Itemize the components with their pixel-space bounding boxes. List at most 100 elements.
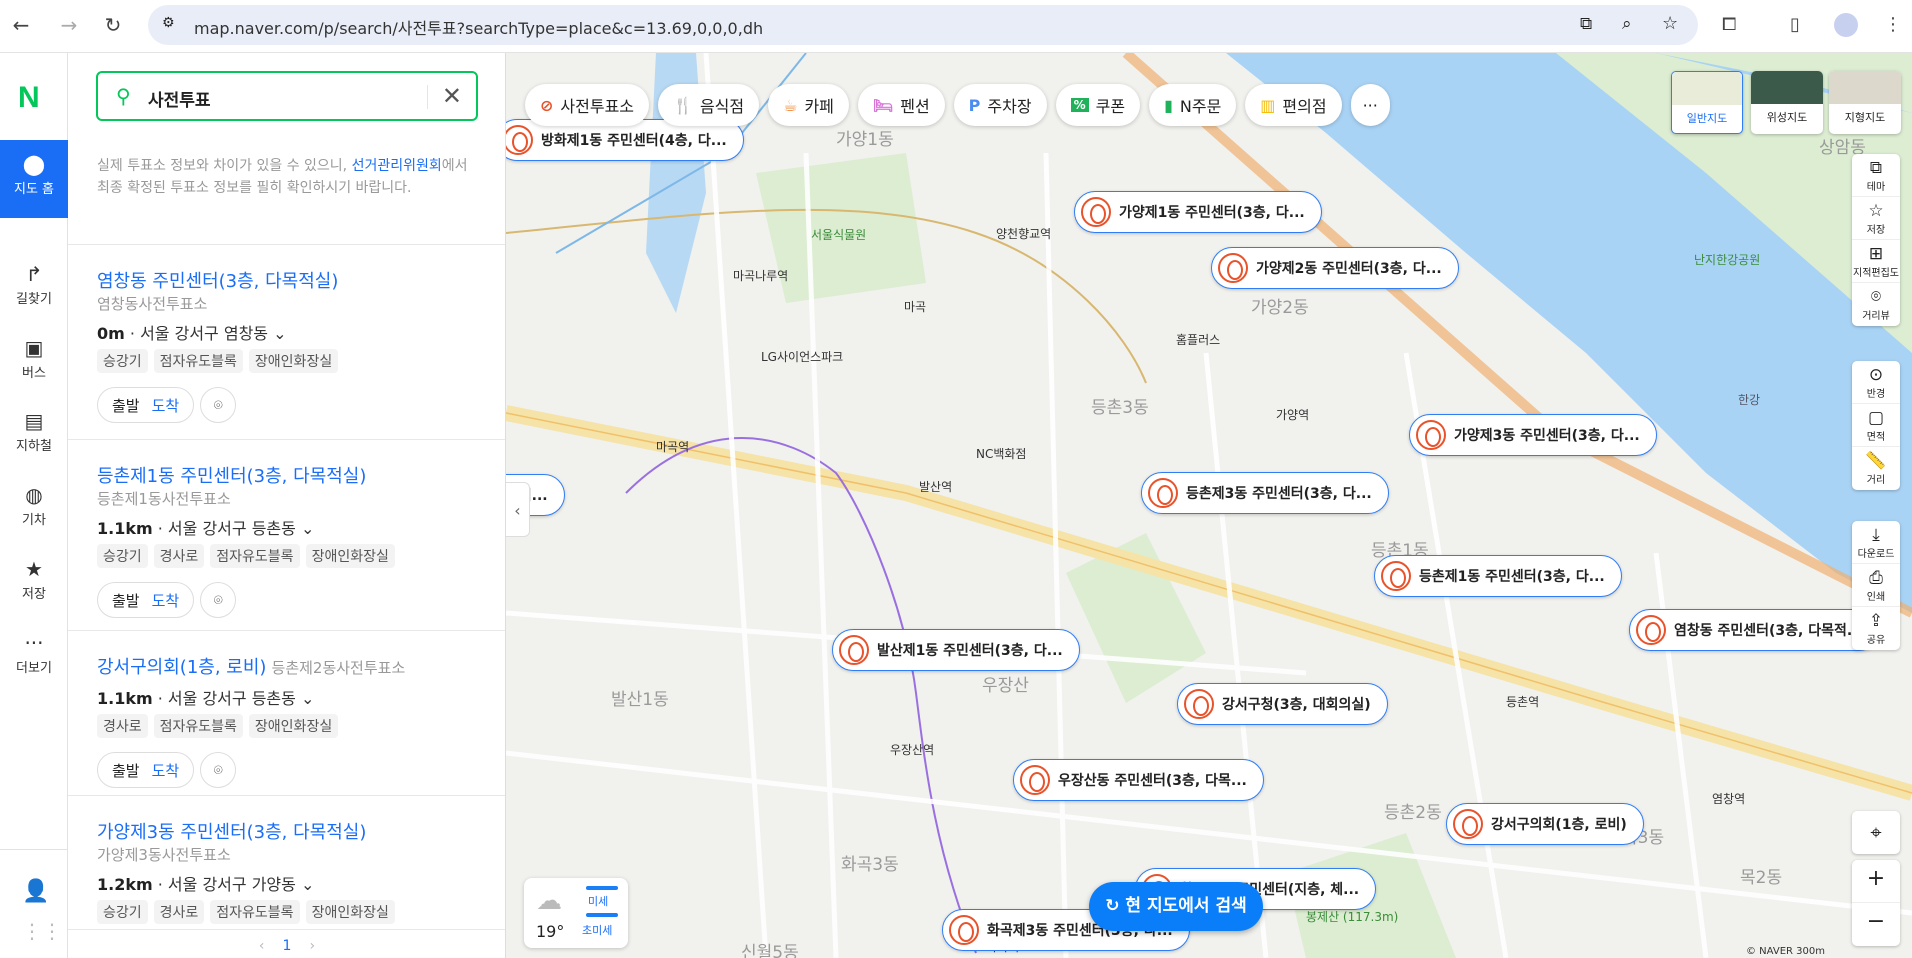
map-canvas[interactable]: 가양1동 가양2동 등촌3동 등촌1동 발산1동 화곡3동 목3동 목2동 등촌… (506, 53, 1912, 958)
address-bar[interactable]: ⚙ map.naver.com/p/search/사전투표?searchType… (148, 5, 1698, 45)
profile-avatar[interactable] (1834, 13, 1858, 37)
search-value[interactable]: 사전투표 (148, 86, 211, 111)
park-label[interactable]: 난지한강공원 (1694, 251, 1760, 268)
mountain-label[interactable]: 봉제산 (117.3m) (1306, 908, 1398, 925)
rail-item-map-home[interactable]: ⬤ 지도 홈 (0, 140, 68, 218)
save-button[interactable]: ☆ 저장 (1852, 197, 1900, 240)
result-item[interactable]: 가양제3동 주민센터(3층, 다목적실) 가양제3동사전투표소 1.2km · … (68, 795, 505, 924)
arrive-button[interactable]: 도착 (152, 395, 180, 416)
zoom-icon[interactable]: ⌕ (1622, 14, 1632, 34)
distance-button[interactable]: 📏 거리 (1852, 447, 1900, 490)
zoom-in-button[interactable]: + (1852, 860, 1900, 903)
site-settings-icon[interactable]: ⚙ (162, 15, 175, 31)
station-label[interactable]: 양천향교역 (996, 225, 1051, 242)
collapse-panel-button[interactable]: ‹ (506, 482, 530, 537)
chip-convenience[interactable]: ▥ 편의점 (1245, 84, 1342, 126)
rail-item-train[interactable]: ◍ 기차 (0, 471, 68, 545)
station-label[interactable]: 가양역 (1276, 406, 1309, 423)
poi-label[interactable]: 홈플러스 (1176, 331, 1220, 348)
bookmark-star-icon[interactable]: ☆ (1662, 13, 1678, 34)
poll-marker[interactable]: 염창동 주민센터(3층, 다목적... (1629, 609, 1880, 651)
streetview-pin-icon[interactable]: ⌾ (200, 582, 237, 618)
poi-label[interactable]: NC백화점 (976, 445, 1026, 462)
rail-item-saved[interactable]: ★ 저장 (0, 545, 68, 619)
menu-icon[interactable]: ⋮ (1884, 14, 1902, 35)
back-icon[interactable]: ← (8, 12, 34, 38)
result-item[interactable]: 염창동 주민센터(3층, 다목적실) 염창동사전투표소 0m · 서울 강서구 … (68, 244, 505, 423)
arrive-button[interactable]: 도착 (152, 760, 180, 781)
rail-item-directions[interactable]: ↱ 길찾기 (0, 250, 68, 324)
poi-label[interactable]: LG사이언스파크 (761, 348, 843, 365)
chip-more[interactable]: ··· (1350, 84, 1390, 126)
maptype-terrain[interactable]: 지형지도 (1829, 71, 1901, 134)
poll-marker[interactable]: 가양제1동 주민센터(3층, 다... (1074, 191, 1322, 233)
result-title[interactable]: 등촌제1동 주민센터(3층, 다목적실) (97, 462, 505, 488)
streetview-pin-icon[interactable]: ⌾ (200, 752, 237, 788)
park-label[interactable]: 서울식물원 (811, 226, 866, 243)
poll-marker[interactable]: 우장산동 주민센터(3층, 다목... (1013, 759, 1264, 801)
theme-button[interactable]: ⧉ 테마 (1852, 154, 1900, 197)
poll-marker[interactable]: 등촌제3동 주민센터(3층, 다... (1141, 472, 1389, 514)
share-button[interactable]: ⇪ 공유 (1852, 607, 1900, 650)
depart-button[interactable]: 출발 (112, 760, 140, 781)
rail-item-bus[interactable]: ▣ 버스 (0, 324, 68, 398)
poll-marker[interactable]: 발산제1동 주민센터(3층, 다... (832, 629, 1080, 671)
maptype-normal[interactable]: 일반지도 (1671, 71, 1743, 134)
depart-button[interactable]: 출발 (112, 395, 140, 416)
streetview-button[interactable]: ⌾ 거리뷰 (1852, 283, 1900, 326)
prev-page-button[interactable]: ‹ (259, 938, 265, 954)
chip-cafe[interactable]: ☕ 카페 (768, 84, 849, 126)
poll-marker[interactable]: 강서구청(3층, 대회의실) (1177, 683, 1388, 725)
download-button[interactable]: ⤓ 다운로드 (1852, 521, 1900, 564)
search-this-area-button[interactable]: ↻ 현 지도에서 검색 (1089, 882, 1263, 931)
result-item[interactable]: 강서구의회(1층, 로비) 등촌제2동사전투표소 1.1km · 서울 강서구 … (68, 630, 505, 788)
url-text[interactable]: map.naver.com/p/search/사전투표?searchType=p… (194, 15, 763, 39)
clear-search-icon[interactable]: ✕ (442, 82, 462, 110)
chip-early-voting[interactable]: ⊘ 사전투표소 (525, 84, 650, 126)
station-label[interactable]: 발산역 (919, 478, 952, 495)
extensions-icon[interactable]: ⧠ (1722, 14, 1736, 35)
result-address[interactable]: 서울 강서구 등촌동 (168, 519, 296, 538)
poll-marker[interactable]: 가양제3동 주민센터(3층, 다... (1409, 414, 1657, 456)
reload-icon[interactable]: ↻ (100, 12, 126, 38)
station-label[interactable]: 등촌역 (1506, 693, 1539, 710)
sidepanel-icon[interactable]: ▯ (1790, 14, 1800, 35)
page-1[interactable]: 1 (283, 938, 292, 954)
naver-logo[interactable]: N (18, 81, 40, 115)
poll-marker[interactable]: 가양제2동 주민센터(3층, 다... (1211, 247, 1459, 289)
result-address[interactable]: 서울 강서구 등촌동 (168, 689, 296, 708)
my-location-button[interactable]: ⌖ (1852, 811, 1900, 854)
result-title[interactable]: 가양제3동 주민센터(3층, 다목적실) (97, 818, 505, 844)
result-address[interactable]: 서울 강서구 가양동 (168, 875, 296, 894)
radius-button[interactable]: ⊙ 반경 (1852, 361, 1900, 404)
chip-coupon[interactable]: % 쿠폰 (1055, 84, 1141, 126)
chip-n-order[interactable]: ▮ N주문 (1149, 84, 1237, 126)
poll-marker[interactable]: 등촌제1동 주민센터(3층, 다... (1374, 555, 1622, 597)
poll-marker[interactable]: 강서구의회(1층, 로비) (1446, 803, 1644, 845)
station-label[interactable]: 마곡나루역 (733, 267, 788, 284)
depart-button[interactable]: 출발 (112, 590, 140, 611)
print-button[interactable]: ⎙ 인쇄 (1852, 564, 1900, 607)
station-label[interactable]: 마곡역 (656, 438, 689, 455)
install-icon[interactable]: ⧉ (1580, 14, 1592, 34)
station-label[interactable]: 우장산역 (890, 741, 934, 758)
rail-item-more[interactable]: ··· 더보기 (0, 619, 68, 693)
rail-item-subway[interactable]: ▤ 지하철 (0, 397, 68, 471)
chip-parking[interactable]: P 주차장 (953, 84, 1047, 126)
chip-restaurant[interactable]: 🍴 음식점 (658, 84, 760, 126)
chip-pension[interactable]: 🛏 펜션 (857, 84, 945, 126)
result-title[interactable]: 강서구의회(1층, 로비) (97, 657, 266, 678)
weather-widget[interactable]: ☁ 19° 미세 초미세 (524, 878, 628, 948)
result-title[interactable]: 염창동 주민센터(3층, 다목적실) (97, 267, 505, 293)
apps-grid-icon[interactable]: ⋮⋮ (22, 919, 62, 943)
user-icon[interactable]: 👤 (22, 879, 49, 904)
next-page-button[interactable]: › (309, 938, 315, 954)
arrive-button[interactable]: 도착 (152, 590, 180, 611)
maptype-satellite[interactable]: 위성지도 (1751, 71, 1823, 134)
zoom-out-button[interactable]: − (1852, 903, 1900, 946)
cadastral-button[interactable]: ⊞ 지적편집도 (1852, 240, 1900, 283)
result-item[interactable]: 등촌제1동 주민센터(3층, 다목적실) 등촌제1동사전투표소 1.1km · … (68, 439, 505, 618)
streetview-pin-icon[interactable]: ⌾ (200, 387, 237, 423)
station-label[interactable]: 염창역 (1712, 790, 1745, 807)
forward-icon[interactable]: → (56, 12, 82, 38)
